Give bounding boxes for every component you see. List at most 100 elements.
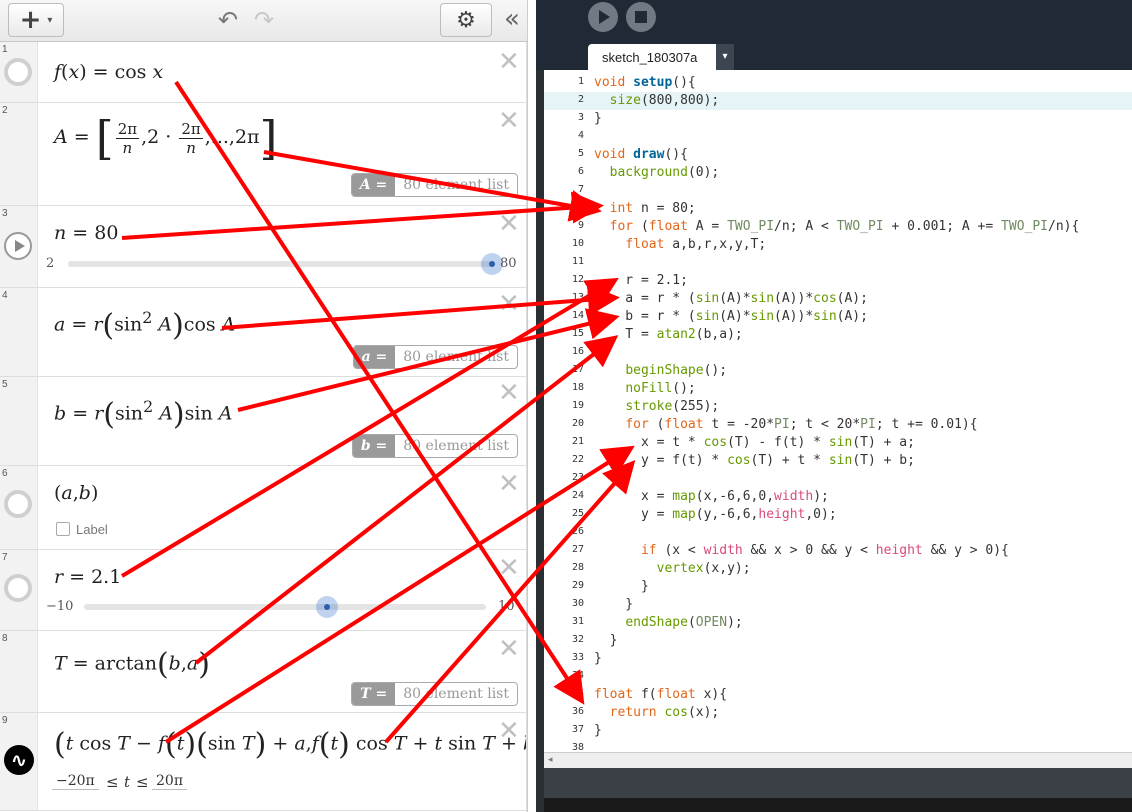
expression-formula[interactable]: A = [2π n ,2 · 2π n ,...,2π]: [54, 111, 277, 165]
code-text[interactable]: x = map(x,-6,6,0,width);: [594, 489, 829, 504]
code-text[interactable]: noFill();: [594, 381, 695, 396]
code-text[interactable]: }: [594, 111, 602, 126]
code-text[interactable]: x = t * cos(T) - f(t) * sin(T) + a;: [594, 435, 915, 450]
scroll-left-icon[interactable]: ◂: [548, 754, 553, 765]
code-line[interactable]: 32 }: [544, 632, 1132, 650]
code-text[interactable]: stroke(255);: [594, 399, 719, 414]
code-line[interactable]: 2 size(800,800);: [544, 92, 1132, 110]
slider-max[interactable]: 80: [500, 256, 517, 271]
slider-min[interactable]: 2: [46, 256, 54, 271]
code-text[interactable]: y = map(y,-6,6,height,0);: [594, 507, 837, 522]
code-text[interactable]: y = f(t) * cos(T) + t * sin(T) + b;: [594, 453, 915, 468]
code-text[interactable]: for (float t = -20*PI; t < 20*PI; t += 0…: [594, 417, 977, 432]
code-line[interactable]: 35 float f(float x){: [544, 686, 1132, 704]
code-line[interactable]: 36 return cos(x);: [544, 704, 1132, 722]
expression-row[interactable]: 7 r = 2.1 ✕ −10 10: [0, 550, 527, 631]
parametric-curve-icon[interactable]: ∿: [4, 745, 34, 775]
code-text[interactable]: float a,b,r,x,y,T;: [594, 237, 766, 252]
close-icon[interactable]: ✕: [498, 211, 520, 237]
code-line[interactable]: 25 y = map(y,-6,6,height,0);: [544, 506, 1132, 524]
list-scrollbar[interactable]: [526, 42, 527, 812]
expression-formula[interactable]: T = arctan(b,a): [54, 647, 210, 682]
code-text[interactable]: }: [594, 597, 633, 612]
code-line[interactable]: 19 stroke(255);: [544, 398, 1132, 416]
code-line[interactable]: 17 beginShape();: [544, 362, 1132, 380]
play-icon[interactable]: [4, 232, 32, 260]
close-icon[interactable]: ✕: [498, 636, 520, 662]
code-text[interactable]: }: [594, 723, 602, 738]
code-line[interactable]: 20 for (float t = -20*PI; t < 20*PI; t +…: [544, 416, 1132, 434]
code-text[interactable]: for (float A = TWO_PI/n; A < TWO_PI + 0.…: [594, 219, 1080, 234]
close-icon[interactable]: ✕: [498, 380, 520, 406]
code-line[interactable]: 18 noFill();: [544, 380, 1132, 398]
code-line[interactable]: 14 b = r * (sin(A)*sin(A))*sin(A);: [544, 308, 1132, 326]
code-line[interactable]: 8 int n = 80;: [544, 200, 1132, 218]
code-line[interactable]: 28 vertex(x,y);: [544, 560, 1132, 578]
add-item-button[interactable]: + ▾: [8, 3, 64, 37]
code-text[interactable]: if (x < width && x > 0 && y < height && …: [594, 543, 1009, 558]
run-button[interactable]: [588, 2, 618, 32]
code-line[interactable]: 38: [544, 740, 1132, 752]
close-icon[interactable]: ✕: [498, 291, 520, 317]
code-line[interactable]: 26: [544, 524, 1132, 542]
expression-formula[interactable]: (a,b): [54, 482, 98, 504]
expression-row[interactable]: 4 a = r(sin2 A)cos A ✕ a = 80 element li…: [0, 288, 527, 377]
code-line[interactable]: 22 y = f(t) * cos(T) + t * sin(T) + b;: [544, 452, 1132, 470]
tab-menu-arrow-icon[interactable]: ▾: [716, 44, 734, 70]
slider-min[interactable]: −10: [46, 599, 73, 614]
code-text[interactable]: endShape(OPEN);: [594, 615, 742, 630]
hidden-graph-icon[interactable]: [4, 58, 32, 86]
code-line[interactable]: 29 }: [544, 578, 1132, 596]
code-text[interactable]: T = atan2(b,a);: [594, 327, 742, 342]
collapse-list-icon[interactable]: «: [504, 4, 520, 34]
code-text[interactable]: size(800,800);: [594, 93, 720, 108]
code-text[interactable]: void draw(){: [594, 147, 688, 162]
undo-icon[interactable]: ↶: [218, 6, 238, 34]
slider-track[interactable]: [68, 261, 492, 267]
code-line[interactable]: 12 r = 2.1;: [544, 272, 1132, 290]
code-line[interactable]: 34: [544, 668, 1132, 686]
code-text[interactable]: }: [594, 579, 649, 594]
expression-row[interactable]: 9 ∿ (t cos T − f(t)(sin T) + a,f(t) cos …: [0, 713, 527, 811]
code-text[interactable]: b = r * (sin(A)*sin(A))*sin(A);: [594, 309, 868, 324]
code-text[interactable]: vertex(x,y);: [594, 561, 751, 576]
code-line[interactable]: 23: [544, 470, 1132, 488]
expression-formula[interactable]: r = 2.1: [54, 566, 121, 588]
code-text[interactable]: beginShape();: [594, 363, 727, 378]
code-line[interactable]: 3}: [544, 110, 1132, 128]
expression-row[interactable]: 6 (a,b) ✕ Label: [0, 466, 527, 550]
hidden-graph-icon[interactable]: [4, 490, 32, 518]
tab-sketch[interactable]: sketch_180307a: [588, 44, 726, 70]
code-line[interactable]: 33}: [544, 650, 1132, 668]
t-max-input[interactable]: 20π: [152, 773, 188, 790]
code-text[interactable]: r = 2.1;: [594, 273, 688, 288]
code-line[interactable]: 24 x = map(x,-6,6,0,width);: [544, 488, 1132, 506]
expression-formula[interactable]: b = r(sin2 A)sin A: [54, 397, 232, 432]
code-line[interactable]: 27 if (x < width && x > 0 && y < height …: [544, 542, 1132, 560]
expression-formula[interactable]: f(x) = cos x: [54, 61, 163, 83]
code-line[interactable]: 37}: [544, 722, 1132, 740]
code-line[interactable]: 9 for (float A = TWO_PI/n; A < TWO_PI + …: [544, 218, 1132, 236]
expression-row[interactable]: 8 T = arctan(b,a) ✕ T = 80 element list: [0, 631, 527, 713]
redo-icon[interactable]: ↷: [254, 6, 274, 34]
label-checkbox-text[interactable]: Label: [76, 522, 108, 537]
code-line[interactable]: 13 a = r * (sin(A)*sin(A))*cos(A);: [544, 290, 1132, 308]
close-icon[interactable]: ✕: [498, 49, 520, 75]
slider-knob[interactable]: [316, 596, 339, 618]
expression-formula[interactable]: (t cos T − f(t)(sin T) + a,f(t) cos T + …: [54, 727, 527, 762]
code-line[interactable]: 6 background(0);: [544, 164, 1132, 182]
code-line[interactable]: 11: [544, 254, 1132, 272]
slider-track[interactable]: [84, 604, 486, 610]
t-min-input[interactable]: −20π: [52, 773, 99, 790]
hidden-graph-icon[interactable]: [4, 574, 32, 602]
code-line[interactable]: 1 void setup(){: [544, 74, 1132, 92]
label-checkbox[interactable]: [56, 522, 70, 536]
code-line[interactable]: 5 void draw(){: [544, 146, 1132, 164]
code-text[interactable]: }: [594, 633, 618, 648]
code-text[interactable]: void setup(){: [594, 75, 696, 90]
expression-row[interactable]: 5 b = r(sin2 A)sin A ✕ b = 80 element li…: [0, 377, 527, 466]
expression-formula[interactable]: n = 80: [54, 222, 118, 244]
code-line[interactable]: 31 endShape(OPEN);: [544, 614, 1132, 632]
code-text[interactable]: background(0);: [594, 165, 720, 180]
code-line[interactable]: 15 T = atan2(b,a);: [544, 326, 1132, 344]
